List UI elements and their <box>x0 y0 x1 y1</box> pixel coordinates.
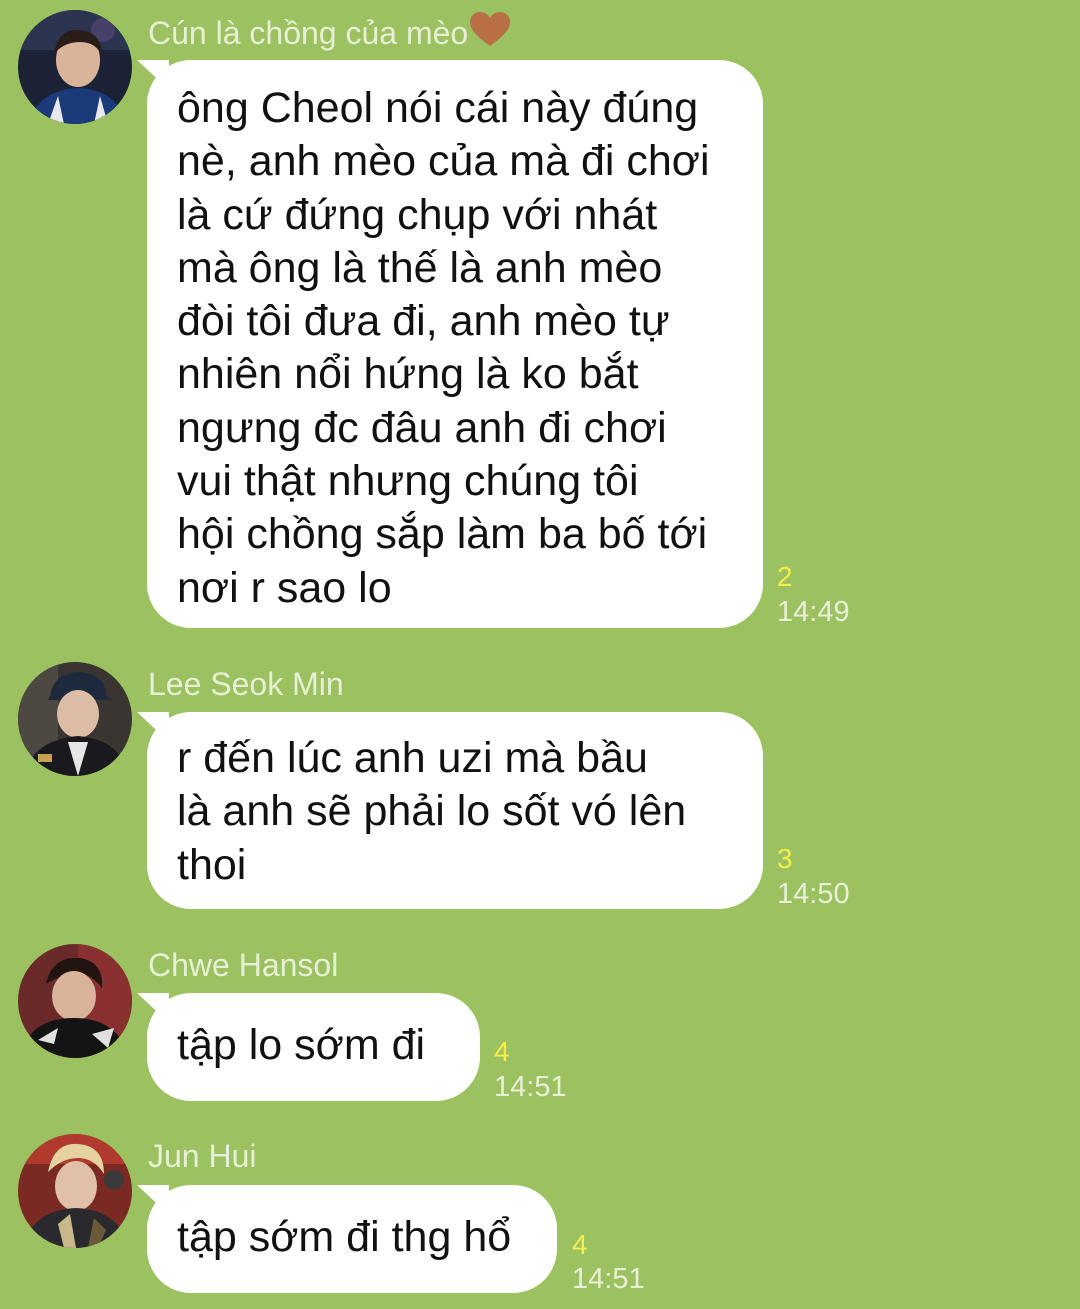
message-bubble[interactable]: r đến lúc anh uzi mà bầu là anh sẽ phải … <box>147 712 763 909</box>
message-text: tập sớm đi thg hổ <box>177 1213 512 1261</box>
message-text: tập lo sớm đi <box>177 1021 426 1069</box>
read-count: 2 <box>777 561 793 592</box>
sender-name: Cún là chồng của mèo <box>148 12 511 55</box>
sender-name: Chwe Hansol <box>148 947 339 983</box>
message-row: Cún là chồng của mèo ông Cheol nói cái n… <box>0 0 1080 640</box>
message-time: 14:51 <box>572 1263 645 1295</box>
message-time: 14:50 <box>777 878 850 910</box>
brown-heart-icon <box>470 12 511 55</box>
sender-name-text: Cún là chồng của mèo <box>148 15 469 51</box>
read-count: 4 <box>572 1229 588 1260</box>
message-time: 14:51 <box>494 1071 567 1103</box>
message-row: Chwe Hansol tập lo sớm đi 4 14:51 <box>0 930 1080 1110</box>
message-bubble[interactable]: ông Cheol nói cái này đúng nè, anh mèo c… <box>147 60 763 628</box>
avatar[interactable] <box>18 944 132 1058</box>
read-count: 4 <box>494 1036 510 1067</box>
message-row: Jun Hui tập sớm đi thg hổ 4 14:51 <box>0 1122 1080 1309</box>
message-text: r đến lúc anh uzi mà bầu là anh sẽ phải … <box>177 734 687 889</box>
message-row: Lee Seok Min r đến lúc anh uzi mà bầu là… <box>0 655 1080 915</box>
avatar[interactable] <box>18 1134 132 1248</box>
avatar[interactable] <box>18 10 132 124</box>
message-time: 14:49 <box>777 596 850 628</box>
sender-name: Jun Hui <box>148 1138 257 1174</box>
message-text: ông Cheol nói cái này đúng nè, anh mèo c… <box>177 84 710 612</box>
read-count: 3 <box>777 843 793 874</box>
message-bubble[interactable]: tập sớm đi thg hổ <box>147 1185 557 1293</box>
avatar[interactable] <box>18 662 132 776</box>
sender-name: Lee Seok Min <box>148 666 344 702</box>
message-bubble[interactable]: tập lo sớm đi <box>147 993 480 1101</box>
